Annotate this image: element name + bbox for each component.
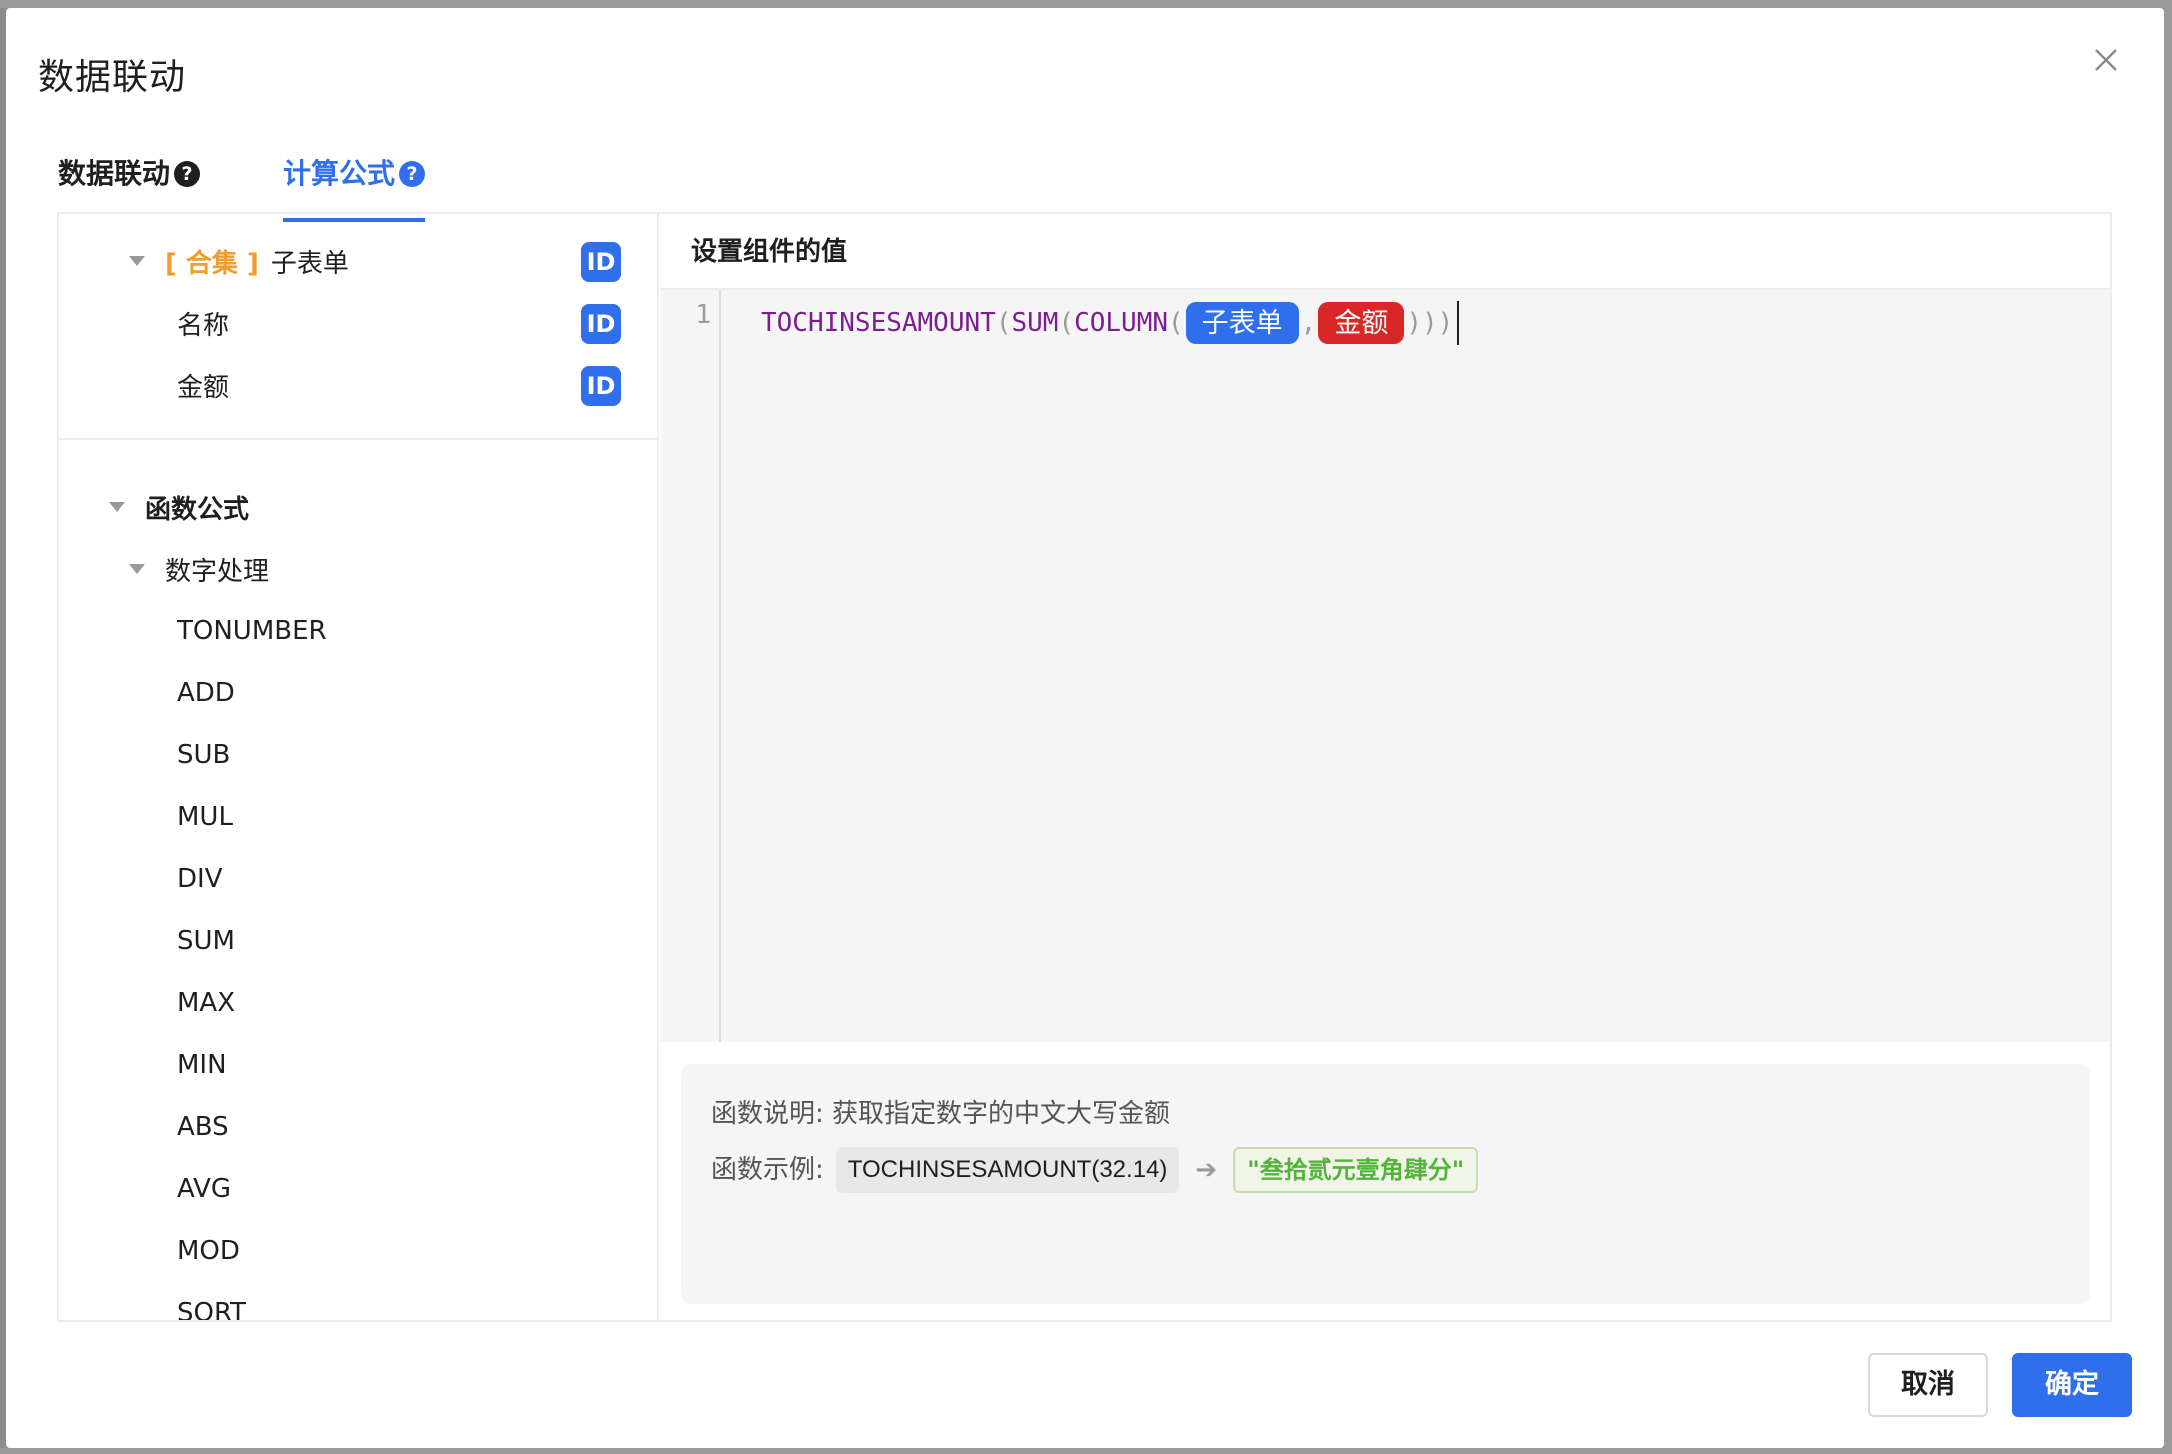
line-number: 1: [695, 300, 711, 330]
example-label: 函数示例:: [711, 1155, 824, 1185]
function-item[interactable]: MAX: [59, 972, 657, 1034]
function-group-label: 函数公式: [145, 494, 250, 525]
function-item[interactable]: MUL: [59, 786, 657, 848]
comma-token: ,: [1300, 308, 1317, 338]
help-icon[interactable]: ?: [399, 161, 426, 187]
close-icon[interactable]: [2088, 42, 2124, 78]
function-item[interactable]: SUB: [59, 724, 657, 786]
function-token: COLUMN: [1074, 308, 1169, 338]
background-app-bottom: [0, 1448, 2172, 1454]
id-badge[interactable]: ID: [581, 304, 621, 344]
function-name: MIN: [177, 1050, 227, 1080]
text-cursor: [1457, 301, 1460, 345]
cancel-button[interactable]: 取消: [1868, 1353, 1988, 1417]
function-name: ADD: [177, 678, 235, 708]
field-pill-amount[interactable]: 金额: [1318, 302, 1405, 344]
function-item[interactable]: TONUMBER: [59, 600, 657, 662]
tab-label: 计算公式: [283, 157, 396, 190]
function-name: MAX: [177, 988, 236, 1018]
function-item[interactable]: MIN: [59, 1034, 657, 1096]
category-label: 数字处理: [165, 556, 270, 587]
function-item[interactable]: DIV: [59, 848, 657, 910]
id-badge[interactable]: ID: [581, 366, 621, 406]
formula-editor[interactable]: 1 TOCHINSESAMOUNT ( SUM ( COLUMN ( 子表单 ,…: [661, 290, 2110, 1042]
tree-node-collection[interactable]: [ 合集 ] 子表单 ID: [59, 230, 657, 292]
caret-down-icon[interactable]: [129, 564, 145, 574]
function-name: TONUMBER: [177, 616, 327, 646]
caret-down-icon[interactable]: [109, 502, 125, 512]
paren-token: (: [1168, 308, 1184, 338]
function-token: TOCHINSESAMOUNT: [761, 308, 996, 338]
function-name: SUM: [177, 926, 235, 956]
function-name: AVG: [177, 1174, 232, 1204]
formula-editor-panel: 设置组件的值 1 TOCHINSESAMOUNT ( SUM ( COLUMN …: [661, 214, 2110, 1320]
description-text: 函数说明: 获取指定数字的中文大写金额: [711, 1099, 1171, 1129]
function-name: SUB: [177, 740, 231, 770]
paren-token: ))): [1406, 308, 1454, 338]
function-name: MOD: [177, 1236, 240, 1266]
function-name: DIV: [177, 864, 223, 894]
caret-down-icon[interactable]: [129, 256, 145, 266]
function-token: SUM: [1011, 308, 1059, 338]
tree-divider: [59, 438, 657, 440]
tree-node-field[interactable]: 金额 ID: [59, 354, 657, 416]
field-function-tree: [ 合集 ] 子表单 ID 名称 ID 金额 ID 函数公式 数字处理 TONU…: [59, 214, 659, 1320]
editor-title: 设置组件的值: [661, 214, 2110, 290]
function-name: ABS: [177, 1112, 229, 1142]
tree-node-function-group[interactable]: 函数公式: [59, 476, 657, 538]
background-app-edge: [2164, 0, 2172, 1454]
tab-formula[interactable]: 计算公式 ?: [283, 148, 426, 222]
confirm-button[interactable]: 确定: [2012, 1353, 2132, 1417]
tab-data-linkage[interactable]: 数据联动 ?: [58, 148, 201, 222]
function-description: 函数说明: 获取指定数字的中文大写金额 函数示例: TOCHINSESAMOUN…: [681, 1064, 2090, 1304]
function-item[interactable]: SUM: [59, 910, 657, 972]
paren-token: (: [1058, 308, 1075, 338]
formula-code-line[interactable]: TOCHINSESAMOUNT ( SUM ( COLUMN ( 子表单 , 金…: [761, 300, 1460, 346]
example-result: "叁拾贰元壹角肆分": [1233, 1147, 1479, 1193]
data-linkage-dialog: 数据联动 数据联动 ? 计算公式 ? [ 合集 ] 子表单 ID 名称 ID 金…: [6, 8, 2164, 1448]
example-code: TOCHINSESAMOUNT(32.14): [835, 1147, 1180, 1193]
function-name: MUL: [177, 802, 233, 832]
function-item[interactable]: MOD: [59, 1220, 657, 1282]
function-item[interactable]: ADD: [59, 662, 657, 724]
example-line: 函数示例: TOCHINSESAMOUNT(32.14) ➔ "叁拾贰元壹角肆分…: [711, 1147, 2060, 1193]
dialog-title: 数据联动: [38, 57, 187, 98]
tree-node-category[interactable]: 数字处理: [59, 538, 657, 600]
function-item[interactable]: AVG: [59, 1158, 657, 1220]
field-name: 金额: [177, 372, 230, 403]
arrow-right-icon: ➔: [1195, 1155, 1218, 1185]
help-icon[interactable]: ?: [174, 161, 201, 187]
function-name: SQRT: [177, 1298, 247, 1320]
background-app: [0, 0, 2172, 8]
tab-label: 数据联动: [58, 157, 171, 190]
formula-body: [ 合集 ] 子表单 ID 名称 ID 金额 ID 函数公式 数字处理 TONU…: [57, 212, 2112, 1322]
collection-tag: [ 合集 ]: [165, 248, 259, 279]
function-item[interactable]: ABS: [59, 1096, 657, 1158]
field-pill-subform[interactable]: 子表单: [1185, 302, 1299, 344]
tree-node-field[interactable]: 名称 ID: [59, 292, 657, 354]
paren-token: (: [995, 308, 1012, 338]
field-name: 名称: [177, 310, 230, 341]
line-gutter: 1: [661, 290, 721, 1042]
id-badge[interactable]: ID: [581, 242, 621, 282]
collection-name: 子表单: [270, 248, 349, 279]
function-item[interactable]: SQRT: [59, 1282, 657, 1320]
